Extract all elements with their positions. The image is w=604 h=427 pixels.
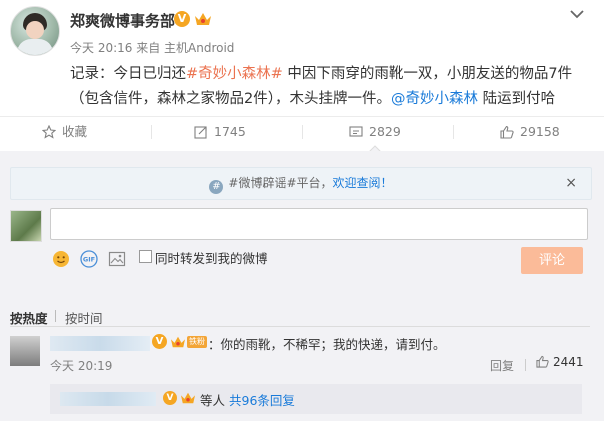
repost-checkbox[interactable] [139,250,152,263]
comment-text: ：你的雨靴，不稀罕；我的快递，请到付。 [208,337,446,352]
commenter-name-redacted[interactable] [50,336,150,351]
thumbs-up-icon [500,125,514,139]
crown-icon [195,13,211,25]
like-button[interactable]: 29158 [500,117,560,147]
gif-icon[interactable]: GIF [80,250,98,268]
repost-icon [194,126,207,139]
post-content: 记录：今日已归还#奇妙小森林# 中因下雨穿的雨靴一双，小朋友送的物品7件（包含信… [70,62,590,112]
sort-by-time[interactable]: 按时间 [65,308,103,327]
like-count: 29158 [520,124,560,139]
fan-badge: 铁粉 [187,336,207,348]
author-avatar[interactable] [10,6,60,56]
submit-comment-button[interactable]: 评论 [521,247,583,274]
content-prefix: 记录：今日已归还 [70,66,186,82]
sub-reply-count-link[interactable]: 共96条回复 [229,393,295,408]
image-icon[interactable] [108,250,126,268]
commenter-verified-icon: V [152,334,167,349]
comment-icon [349,126,363,137]
sort-divider [55,310,56,322]
favorite-label: 收藏 [62,124,88,139]
comment-time: 今天 20:19 [50,359,113,373]
repost-button[interactable]: 1745 [194,117,246,147]
sub-reply-text: 等人 [200,393,226,408]
content-suffix: 陆运到付哈 [477,91,556,107]
comment-button[interactable]: 2829 [349,117,401,147]
commenter-crown-icon [171,336,185,348]
notice-text: #微博辟谣#平台， [228,176,333,190]
sub-reply-name-redacted[interactable] [60,392,156,406]
current-user-avatar [10,210,42,242]
topic-link[interactable]: #奇妙小森林# [186,66,283,82]
mention-link[interactable]: @奇妙小森林 [391,91,478,107]
sub-reply-crown-icon [181,392,195,404]
comment-action-divider [525,359,526,371]
favorite-button[interactable]: 收藏 [41,117,88,147]
thumbs-up-icon [536,355,549,368]
verified-icon: V [174,11,190,27]
author-name[interactable]: 郑爽微博事务部 [70,10,175,31]
section-divider [10,326,590,327]
weibo-post-card: 郑爽微博事务部 V 今天 20:16 来自 主机Android 记录：今日已归还… [0,0,604,427]
repost-count: 1745 [214,124,246,139]
comment-count: 2829 [369,124,401,139]
emoji-icon[interactable] [52,250,70,268]
action-bar: 收藏 1745 2829 29158 [0,116,604,147]
repost-checkbox-label[interactable]: 同时转发到我的微博 [155,248,268,267]
commenter-avatar[interactable] [10,336,40,366]
comment-reply-button[interactable]: 回复 [490,357,514,374]
sub-reply-verified-icon: V [163,391,177,405]
comment-like-button[interactable]: 2441 [536,355,584,369]
svg-text:GIF: GIF [83,256,95,264]
chevron-down-icon[interactable] [569,8,585,20]
comment-like-count: 2441 [553,355,584,369]
sort-by-hot[interactable]: 按热度 [10,308,48,327]
hashtag-icon: # [209,180,224,194]
notice-link[interactable]: 欢迎查阅！ [333,176,393,190]
star-icon [41,124,57,139]
close-icon[interactable]: × [565,168,577,199]
rumor-notice: # #微博辟谣#平台，欢迎查阅！ × [10,167,592,200]
comment-input[interactable] [50,208,588,240]
post-meta: 今天 20:16 来自 主机Android [70,41,235,55]
sub-reply-summary: 等人 共96条回复 [200,390,295,409]
